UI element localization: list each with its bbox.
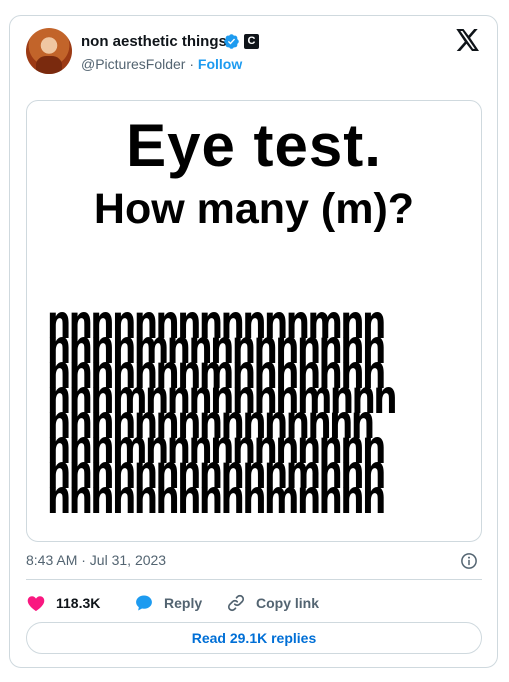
reply-bubble-icon — [136, 595, 152, 611]
copy-link-label: Copy link — [256, 595, 320, 611]
image-title: Eye test. — [126, 112, 382, 179]
tweet-timestamp[interactable]: 8:43 AM · Jul 31, 2023 — [26, 552, 166, 568]
author-meta-row: @PicturesFolder · Follow — [81, 56, 242, 72]
tweet-image[interactable]: Eye test. How many (m)? nnnnnnnnnnnnmnn … — [26, 100, 482, 542]
avatar[interactable] — [26, 28, 72, 74]
like-button[interactable]: 118.3K — [26, 593, 100, 613]
read-replies-button[interactable]: Read 29.1K replies — [26, 622, 482, 654]
separator-dot: · — [189, 56, 195, 72]
reply-button[interactable]: Reply — [134, 593, 202, 613]
letter-grid: nnnnnnnnnnnnmnn nnnnmnnnnnnnnnn nnnnnnnm… — [47, 307, 463, 516]
x-logo-icon[interactable] — [456, 29, 480, 51]
link-icon — [227, 594, 245, 612]
action-bar: 118.3K Reply Copy link — [26, 593, 482, 615]
divider — [26, 579, 482, 580]
tweet-card: non aesthetic things C @PicturesFolder ·… — [9, 15, 498, 668]
copy-link-button[interactable]: Copy link — [226, 593, 319, 613]
info-icon[interactable] — [460, 552, 478, 570]
like-count: 118.3K — [56, 595, 101, 611]
reply-label: Reply — [164, 595, 203, 611]
follow-link[interactable]: Follow — [198, 56, 242, 72]
affiliate-badge-icon: C — [244, 34, 259, 49]
author-handle[interactable]: @PicturesFolder — [81, 56, 185, 72]
image-subtitle: How many (m)? — [93, 185, 415, 233]
letter-row: nnnnnnnnnnmnnnn — [47, 482, 386, 516]
verified-badge-icon — [224, 34, 239, 49]
author-display-name[interactable]: non aesthetic things — [81, 33, 227, 50]
heart-icon — [27, 596, 45, 611]
